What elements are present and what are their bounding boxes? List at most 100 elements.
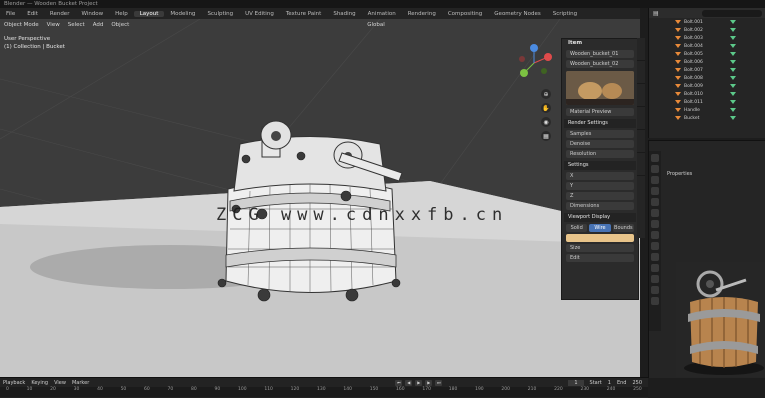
object-tab-icon[interactable] — [651, 220, 659, 228]
outliner-row[interactable]: Bolt.002 — [649, 26, 765, 34]
modifier-icon[interactable] — [730, 60, 736, 64]
material-tab-icon[interactable] — [651, 286, 659, 294]
modifier-tab-icon[interactable] — [651, 231, 659, 239]
tab-item[interactable] — [637, 38, 645, 61]
modifier-icon[interactable] — [730, 116, 736, 120]
render-section-header[interactable]: Render Settings — [564, 119, 636, 128]
add-menu[interactable]: Add — [93, 22, 104, 28]
modifier-icon[interactable] — [730, 68, 736, 72]
navigation-gizmo[interactable] — [514, 43, 554, 83]
view-menu-timeline[interactable]: View — [54, 380, 66, 386]
modifier-icon[interactable] — [730, 44, 736, 48]
outliner-row[interactable]: Bolt.010 — [649, 90, 765, 98]
step-forward-icon[interactable]: ▶ — [425, 379, 433, 386]
orientation-select[interactable]: Global — [367, 22, 385, 28]
asset-row-1[interactable]: Wooden_bucket_01 — [566, 50, 634, 58]
tab-create[interactable] — [637, 153, 645, 176]
outliner-row[interactable]: Bolt.007 — [649, 66, 765, 74]
end-frame-field[interactable]: 250 — [632, 380, 642, 386]
render-tab-icon[interactable] — [651, 165, 659, 173]
data-tab-icon[interactable] — [651, 275, 659, 283]
settings-section-header[interactable]: Settings — [564, 161, 636, 170]
menu-item-geometry-nodes[interactable]: Geometry Nodes — [488, 11, 546, 17]
physics-tab-icon[interactable] — [651, 253, 659, 261]
select-menu[interactable]: Select — [68, 22, 85, 28]
camera-icon[interactable]: ◉ — [541, 117, 551, 127]
scene-tab-icon[interactable] — [651, 198, 659, 206]
tool-tab-icon[interactable] — [651, 154, 659, 162]
world-tab-icon[interactable] — [651, 209, 659, 217]
output-tab-icon[interactable] — [651, 176, 659, 184]
step-back-icon[interactable]: ◀ — [405, 379, 413, 386]
edit-footer[interactable]: Edit — [566, 254, 634, 262]
outliner-row[interactable]: Bolt.006 — [649, 58, 765, 66]
setting-row-dimensions[interactable]: Dimensions — [566, 202, 634, 210]
menu-item-texture-paint[interactable]: Texture Paint — [280, 11, 328, 17]
outliner-row[interactable]: Bolt.008 — [649, 74, 765, 82]
display-section-header[interactable]: Viewport Display — [564, 213, 636, 222]
jump-end-icon[interactable]: ⏭ — [435, 379, 443, 386]
start-frame-field[interactable]: 1 — [608, 380, 611, 386]
view-menu[interactable]: View — [47, 22, 60, 28]
frame-ruler[interactable]: 0 10 20 30 40 50 60 70 80 90 100 110 120 130 140 150 160… — [0, 387, 648, 397]
tab-edit[interactable] — [637, 107, 645, 130]
menu-item-scripting[interactable]: Scripting — [547, 11, 583, 17]
modifier-icon[interactable] — [730, 28, 736, 32]
outliner-row[interactable]: Bolt.009 — [649, 82, 765, 90]
play-icon[interactable]: ▶ — [415, 379, 423, 386]
display-tab-bounds[interactable]: Bounds — [612, 224, 634, 232]
outliner-row[interactable]: Bolt.003 — [649, 34, 765, 42]
outliner-row[interactable]: Bolt.001 — [649, 18, 765, 26]
display-tab-wire[interactable]: Wire — [589, 224, 611, 232]
mode-select[interactable]: Object Mode — [4, 22, 39, 28]
zoom-icon[interactable]: ⊕ — [541, 89, 551, 99]
menu-item-animation[interactable]: Animation — [362, 11, 402, 17]
constraints-tab-icon[interactable] — [651, 264, 659, 272]
render-row-resolution[interactable]: Resolution — [566, 150, 634, 158]
modifier-icon[interactable] — [730, 76, 736, 80]
modifier-icon[interactable] — [730, 100, 736, 104]
asset-row-2[interactable]: Wooden_bucket_02 — [566, 60, 634, 68]
menu-item-render[interactable]: Render — [44, 11, 76, 17]
keying-menu[interactable]: Keying — [31, 380, 48, 386]
outliner-row[interactable]: Bolt.011 — [649, 98, 765, 106]
marker-menu[interactable]: Marker — [72, 380, 89, 386]
modifier-icon[interactable] — [730, 84, 736, 88]
setting-row-y[interactable]: Y — [566, 182, 634, 190]
menu-item-layout[interactable]: Layout — [133, 10, 165, 17]
pan-icon[interactable]: ✋ — [541, 103, 551, 113]
menu-item-edit[interactable]: Edit — [21, 11, 44, 17]
tab-view[interactable] — [637, 84, 645, 107]
preview-thumbnail[interactable] — [566, 71, 634, 105]
outliner-row[interactable]: Bucket — [649, 114, 765, 122]
menu-item-rendering[interactable]: Rendering — [402, 11, 442, 17]
setting-row-z[interactable]: Z — [566, 192, 634, 200]
particles-tab-icon[interactable] — [651, 242, 659, 250]
jump-start-icon[interactable]: ⏮ — [395, 379, 403, 386]
outliner-search-input[interactable] — [702, 9, 762, 17]
menu-item-sculpting[interactable]: Sculpting — [201, 11, 239, 17]
menu-item-uv-editing[interactable]: UV Editing — [239, 11, 280, 17]
texture-tab-icon[interactable] — [651, 297, 659, 305]
menu-item-shading[interactable]: Shading — [327, 11, 361, 17]
setting-row-x[interactable]: X — [566, 172, 634, 180]
playback-menu[interactable]: Playback — [3, 380, 25, 386]
3d-viewport[interactable]: Object Mode View Select Add Object Globa… — [0, 19, 640, 377]
modifier-icon[interactable] — [730, 92, 736, 96]
size-field[interactable]: Size — [566, 244, 634, 252]
outliner-row[interactable]: Handle — [649, 106, 765, 114]
object-menu[interactable]: Object — [111, 22, 129, 28]
modifier-icon[interactable] — [730, 36, 736, 40]
current-frame-field[interactable]: 1 — [568, 379, 584, 386]
modifier-icon[interactable] — [730, 52, 736, 56]
outliner-row[interactable]: Bolt.004 — [649, 42, 765, 50]
menu-item-modeling[interactable]: Modeling — [164, 11, 201, 17]
menu-item-window[interactable]: Window — [75, 11, 109, 17]
menu-item-file[interactable]: File — [0, 11, 21, 17]
modifier-icon[interactable] — [730, 20, 736, 24]
filter-icon[interactable]: ▤ — [653, 10, 659, 17]
modifier-icon[interactable] — [730, 108, 736, 112]
display-tab-solid[interactable]: Solid — [566, 224, 588, 232]
outliner-row[interactable]: Bolt.005 — [649, 50, 765, 58]
color-swatch[interactable] — [566, 234, 634, 242]
